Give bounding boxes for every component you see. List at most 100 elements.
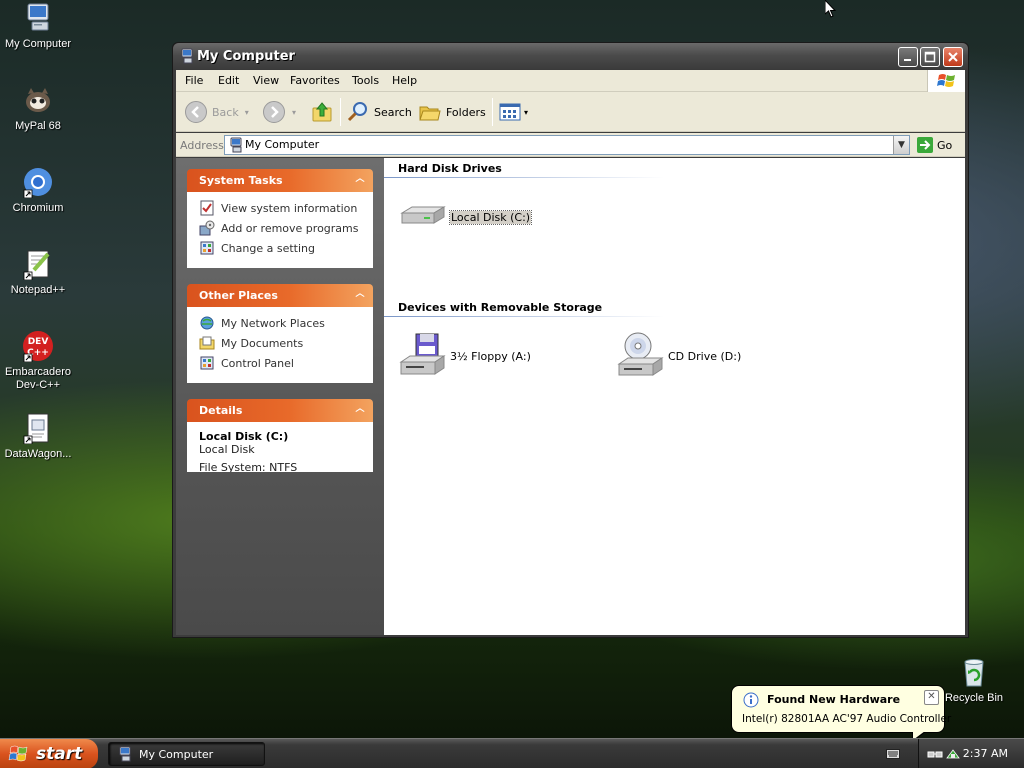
floppy-drive-icon [398,332,448,380]
desktop-icon-label: MyPal 68 [15,120,61,132]
desktop-icon-notepad-plus-plus[interactable]: Notepad++ [0,248,76,297]
drive-floppy-a[interactable]: 3½ Floppy (A:) [398,332,531,380]
my-computer-window[interactable]: My Computer File Edit View Favorites Too… [172,42,969,638]
folders-button[interactable]: Folders [418,100,486,124]
taskbar-button-my-computer[interactable]: My Computer [108,742,265,766]
found-new-hardware-balloon[interactable]: Found New Hardware Intel(r) 82801AA AC'9… [731,685,951,742]
balloon-title: Found New Hardware [767,693,901,706]
details-file-system: File System: NTFS [199,461,298,472]
chevron-down-icon: ▼ [898,140,905,150]
details-panel: Details ︿ Local Disk (C:) Local Disk Fil… [187,399,373,472]
place-control-panel[interactable]: Control Panel [199,353,363,373]
search-button[interactable]: Search [346,100,412,124]
system-info-icon [200,200,214,216]
my-documents-icon [199,336,215,350]
folders-label: Folders [446,105,486,119]
details-header[interactable]: Details ︿ [187,399,373,422]
menu-bar: File Edit View Favorites Tools Help [176,70,965,92]
panel-title: System Tasks [199,174,283,187]
desktop-icon-chromium[interactable]: Chromium [0,166,76,215]
other-places-body: My Network Places My Documents Control P… [187,307,373,383]
menu-file[interactable]: File [185,74,203,87]
address-bar: Address My Computer ▼ Go [176,133,965,157]
menu-tools[interactable]: Tools [352,74,379,87]
address-input[interactable]: My Computer ▼ [224,135,910,155]
views-dropdown-icon: ▾ [524,107,529,117]
menu-edit[interactable]: Edit [218,74,239,87]
task-add-remove-programs[interactable]: Add or remove programs [199,218,363,238]
task-view-system-information[interactable]: View system information [199,198,363,218]
back-label: Back [212,105,239,119]
drive-cd-d[interactable]: CD Drive (D:) [616,332,741,380]
desktop-icon-devcpp[interactable]: DEV C++ Embarcadero Dev-C++ [0,330,76,392]
window-titlebar[interactable]: My Computer [173,43,968,70]
maximize-button[interactable] [920,47,940,67]
keyboard-icon[interactable] [886,749,900,759]
close-button[interactable] [943,47,963,67]
views-button[interactable]: ▾ [498,100,528,124]
menu-help[interactable]: Help [392,74,417,87]
desktop-icon-datawagon[interactable]: DataWagon... [0,412,76,461]
go-label: Go [937,138,953,152]
place-label: My Network Places [221,316,325,330]
details-item-name: Local Disk (C:) [199,430,289,443]
network-places-icon [200,316,214,330]
back-dropdown-icon: ▾ [244,107,249,117]
minimize-icon [904,59,911,61]
address-label: Address [180,139,224,152]
system-tray: 2:37 AM [918,739,1024,768]
devcpp-icon: DEV C++ [22,330,54,363]
group-title-hard-disk-drives: Hard Disk Drives [398,162,502,175]
collapse-chevron-icon[interactable]: ︿ [353,403,367,417]
close-icon [948,52,958,62]
clock[interactable]: 2:37 AM [963,747,1008,760]
network-connection-icon[interactable] [927,746,943,762]
minimize-button[interactable] [898,47,918,67]
control-panel-icon [200,356,214,370]
hard-disk-icon [398,193,448,241]
recycle-bin-icon [958,656,990,688]
desktop-icon-recycle-bin[interactable]: Recycle Bin [936,656,1012,705]
other-places-header[interactable]: Other Places ︿ [187,284,373,307]
collapse-chevron-icon[interactable]: ︿ [353,173,367,187]
place-label: Control Panel [221,356,294,370]
drive-label: 3½ Floppy (A:) [450,349,531,363]
up-button[interactable] [310,100,334,124]
svg-text:DEV: DEV [28,337,49,347]
balloon-close-button[interactable]: ✕ [924,690,939,705]
details-item-type: Local Disk [199,443,255,456]
place-my-documents[interactable]: My Documents [199,333,363,353]
file-list-area[interactable]: Hard Disk Drives Local Disk (C:) Devices… [384,158,965,635]
task-pane: System Tasks ︿ View system information A… [176,158,384,635]
desktop-icon-mypal[interactable]: MyPal 68 [0,84,76,133]
back-arrow-icon [185,101,207,123]
desktop-icon-my-computer[interactable]: My Computer [0,2,76,51]
go-arrow-icon [917,137,933,153]
safely-remove-hardware-icon[interactable] [945,746,961,762]
system-tasks-header[interactable]: System Tasks ︿ [187,169,373,192]
menu-favorites[interactable]: Favorites [290,74,340,87]
collapse-chevron-icon[interactable]: ︿ [353,288,367,302]
start-button[interactable]: start [0,739,98,768]
notepad-plus-plus-icon [22,248,54,281]
drive-label: CD Drive (D:) [668,349,742,363]
my-computer-icon [119,746,131,762]
my-computer-icon [181,48,193,64]
forward-dropdown-icon: ▾ [292,107,297,117]
menu-view[interactable]: View [253,74,279,87]
go-button[interactable]: Go [916,135,952,155]
info-icon [743,692,759,708]
drive-local-disk-c[interactable]: Local Disk (C:) [398,193,533,241]
place-my-network-places[interactable]: My Network Places [199,313,363,333]
address-dropdown-button[interactable]: ▼ [893,136,909,154]
group-divider [384,316,664,317]
other-places-panel: Other Places ︿ My Network Places My Docu… [187,284,373,383]
back-button[interactable]: Back ▾ [184,100,249,124]
place-label: My Documents [221,336,304,350]
forward-button[interactable]: ▾ [262,100,296,124]
task-change-a-setting[interactable]: Change a setting [199,238,363,258]
datawagon-icon [22,412,54,445]
my-computer-icon [230,137,242,153]
taskbar-button-label: My Computer [139,747,214,761]
address-value: My Computer [245,138,320,151]
